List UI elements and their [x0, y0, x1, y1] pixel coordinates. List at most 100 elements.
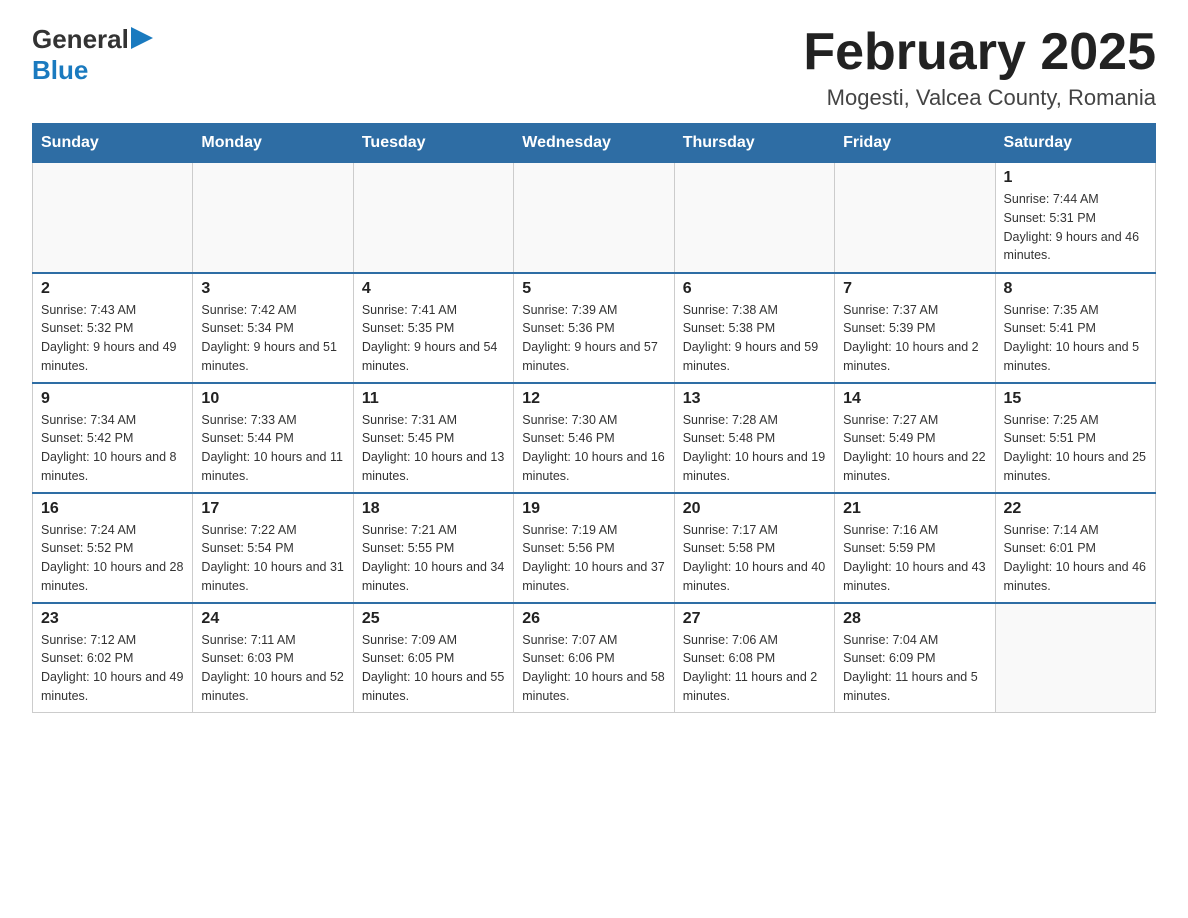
calendar-table: SundayMondayTuesdayWednesdayThursdayFrid… — [32, 123, 1156, 713]
calendar-day-cell: 3 Sunrise: 7:42 AMSunset: 5:34 PMDaylight… — [193, 273, 353, 383]
day-info: Sunrise: 7:09 AMSunset: 6:05 PMDaylight:… — [362, 631, 505, 706]
day-info: Sunrise: 7:11 AMSunset: 6:03 PMDaylight:… — [201, 631, 344, 706]
day-info: Sunrise: 7:33 AMSunset: 5:44 PMDaylight:… — [201, 411, 344, 486]
day-info: Sunrise: 7:44 AMSunset: 5:31 PMDaylight:… — [1004, 190, 1147, 265]
calendar-week-row: 2 Sunrise: 7:43 AMSunset: 5:32 PMDaylight… — [33, 273, 1156, 383]
calendar-day-cell: 5 Sunrise: 7:39 AMSunset: 5:36 PMDaylight… — [514, 273, 674, 383]
calendar-week-row: 23 Sunrise: 7:12 AMSunset: 6:02 PMDayligh… — [33, 603, 1156, 713]
calendar-day-cell: 8 Sunrise: 7:35 AMSunset: 5:41 PMDaylight… — [995, 273, 1155, 383]
day-number: 9 — [41, 390, 184, 408]
day-number: 5 — [522, 280, 665, 298]
calendar-week-row: 16 Sunrise: 7:24 AMSunset: 5:52 PMDayligh… — [33, 493, 1156, 603]
calendar-day-cell: 1 Sunrise: 7:44 AMSunset: 5:31 PMDaylight… — [995, 163, 1155, 273]
calendar-day-cell: 14 Sunrise: 7:27 AMSunset: 5:49 PMDayligh… — [835, 383, 995, 493]
day-info: Sunrise: 7:31 AMSunset: 5:45 PMDaylight:… — [362, 411, 505, 486]
day-number: 15 — [1004, 390, 1147, 408]
day-info: Sunrise: 7:07 AMSunset: 6:06 PMDaylight:… — [522, 631, 665, 706]
day-info: Sunrise: 7:16 AMSunset: 5:59 PMDaylight:… — [843, 521, 986, 596]
day-number: 25 — [362, 610, 505, 628]
day-info: Sunrise: 7:24 AMSunset: 5:52 PMDaylight:… — [41, 521, 184, 596]
day-info: Sunrise: 7:06 AMSunset: 6:08 PMDaylight:… — [683, 631, 826, 706]
day-number: 28 — [843, 610, 986, 628]
calendar-day-cell: 23 Sunrise: 7:12 AMSunset: 6:02 PMDayligh… — [33, 603, 193, 713]
day-number: 14 — [843, 390, 986, 408]
calendar-day-cell: 6 Sunrise: 7:38 AMSunset: 5:38 PMDaylight… — [674, 273, 834, 383]
day-number: 3 — [201, 280, 344, 298]
day-info: Sunrise: 7:30 AMSunset: 5:46 PMDaylight:… — [522, 411, 665, 486]
day-info: Sunrise: 7:27 AMSunset: 5:49 PMDaylight:… — [843, 411, 986, 486]
day-info: Sunrise: 7:14 AMSunset: 6:01 PMDaylight:… — [1004, 521, 1147, 596]
location-subtitle: Mogesti, Valcea County, Romania — [803, 85, 1156, 111]
day-number: 6 — [683, 280, 826, 298]
day-number: 7 — [843, 280, 986, 298]
day-info: Sunrise: 7:21 AMSunset: 5:55 PMDaylight:… — [362, 521, 505, 596]
day-number: 18 — [362, 500, 505, 518]
calendar-day-cell: 9 Sunrise: 7:34 AMSunset: 5:42 PMDaylight… — [33, 383, 193, 493]
calendar-day-cell — [995, 603, 1155, 713]
calendar-day-cell: 17 Sunrise: 7:22 AMSunset: 5:54 PMDayligh… — [193, 493, 353, 603]
day-number: 21 — [843, 500, 986, 518]
calendar-day-cell: 26 Sunrise: 7:07 AMSunset: 6:06 PMDayligh… — [514, 603, 674, 713]
day-info: Sunrise: 7:41 AMSunset: 5:35 PMDaylight:… — [362, 301, 505, 376]
calendar-day-cell: 18 Sunrise: 7:21 AMSunset: 5:55 PMDayligh… — [353, 493, 513, 603]
calendar-week-row: 1 Sunrise: 7:44 AMSunset: 5:31 PMDaylight… — [33, 163, 1156, 273]
calendar-header-row: SundayMondayTuesdayWednesdayThursdayFrid… — [33, 124, 1156, 163]
day-info: Sunrise: 7:38 AMSunset: 5:38 PMDaylight:… — [683, 301, 826, 376]
calendar-day-cell: 2 Sunrise: 7:43 AMSunset: 5:32 PMDaylight… — [33, 273, 193, 383]
calendar-day-cell: 10 Sunrise: 7:33 AMSunset: 5:44 PMDayligh… — [193, 383, 353, 493]
day-of-week-header: Saturday — [995, 124, 1155, 163]
calendar-day-cell: 15 Sunrise: 7:25 AMSunset: 5:51 PMDayligh… — [995, 383, 1155, 493]
calendar-day-cell: 11Sunrise: 7:31 AMSunset: 5:45 PMDayligh… — [353, 383, 513, 493]
day-number: 2 — [41, 280, 184, 298]
day-number: 10 — [201, 390, 344, 408]
day-of-week-header: Friday — [835, 124, 995, 163]
day-info: Sunrise: 7:25 AMSunset: 5:51 PMDaylight:… — [1004, 411, 1147, 486]
day-number: 16 — [41, 500, 184, 518]
day-info: Sunrise: 7:39 AMSunset: 5:36 PMDaylight:… — [522, 301, 665, 376]
page-header: General Blue February 2025 Mogesti, Valc… — [32, 24, 1156, 111]
day-number: 26 — [522, 610, 665, 628]
day-of-week-header: Monday — [193, 124, 353, 163]
calendar-day-cell: 24 Sunrise: 7:11 AMSunset: 6:03 PMDayligh… — [193, 603, 353, 713]
day-number: 1 — [1004, 169, 1147, 187]
calendar-day-cell: 21 Sunrise: 7:16 AMSunset: 5:59 PMDayligh… — [835, 493, 995, 603]
calendar-day-cell — [193, 163, 353, 273]
day-info: Sunrise: 7:42 AMSunset: 5:34 PMDaylight:… — [201, 301, 344, 376]
logo-text-blue: Blue — [32, 55, 88, 86]
calendar-day-cell — [33, 163, 193, 273]
day-info: Sunrise: 7:34 AMSunset: 5:42 PMDaylight:… — [41, 411, 184, 486]
calendar-day-cell — [514, 163, 674, 273]
day-number: 4 — [362, 280, 505, 298]
calendar-week-row: 9 Sunrise: 7:34 AMSunset: 5:42 PMDaylight… — [33, 383, 1156, 493]
calendar-day-cell: 7 Sunrise: 7:37 AMSunset: 5:39 PMDaylight… — [835, 273, 995, 383]
day-info: Sunrise: 7:19 AMSunset: 5:56 PMDaylight:… — [522, 521, 665, 596]
day-info: Sunrise: 7:37 AMSunset: 5:39 PMDaylight:… — [843, 301, 986, 376]
day-of-week-header: Sunday — [33, 124, 193, 163]
day-info: Sunrise: 7:12 AMSunset: 6:02 PMDaylight:… — [41, 631, 184, 706]
day-info: Sunrise: 7:35 AMSunset: 5:41 PMDaylight:… — [1004, 301, 1147, 376]
day-info: Sunrise: 7:43 AMSunset: 5:32 PMDaylight:… — [41, 301, 184, 376]
day-number: 24 — [201, 610, 344, 628]
calendar-day-cell: 12 Sunrise: 7:30 AMSunset: 5:46 PMDayligh… — [514, 383, 674, 493]
calendar-day-cell: 28Sunrise: 7:04 AMSunset: 6:09 PMDayligh… — [835, 603, 995, 713]
day-number: 12 — [522, 390, 665, 408]
day-number: 27 — [683, 610, 826, 628]
calendar-day-cell — [835, 163, 995, 273]
day-of-week-header: Thursday — [674, 124, 834, 163]
title-block: February 2025 Mogesti, Valcea County, Ro… — [803, 24, 1156, 111]
day-of-week-header: Tuesday — [353, 124, 513, 163]
calendar-day-cell: 22Sunrise: 7:14 AMSunset: 6:01 PMDayligh… — [995, 493, 1155, 603]
day-number: 17 — [201, 500, 344, 518]
calendar-day-cell: 25 Sunrise: 7:09 AMSunset: 6:05 PMDayligh… — [353, 603, 513, 713]
day-number: 13 — [683, 390, 826, 408]
calendar-day-cell: 4 Sunrise: 7:41 AMSunset: 5:35 PMDaylight… — [353, 273, 513, 383]
day-of-week-header: Wednesday — [514, 124, 674, 163]
day-number: 19 — [522, 500, 665, 518]
day-info: Sunrise: 7:28 AMSunset: 5:48 PMDaylight:… — [683, 411, 826, 486]
day-info: Sunrise: 7:22 AMSunset: 5:54 PMDaylight:… — [201, 521, 344, 596]
day-info: Sunrise: 7:17 AMSunset: 5:58 PMDaylight:… — [683, 521, 826, 596]
day-number: 8 — [1004, 280, 1147, 298]
calendar-day-cell: 16 Sunrise: 7:24 AMSunset: 5:52 PMDayligh… — [33, 493, 193, 603]
calendar-day-cell: 13 Sunrise: 7:28 AMSunset: 5:48 PMDayligh… — [674, 383, 834, 493]
day-number: 23 — [41, 610, 184, 628]
